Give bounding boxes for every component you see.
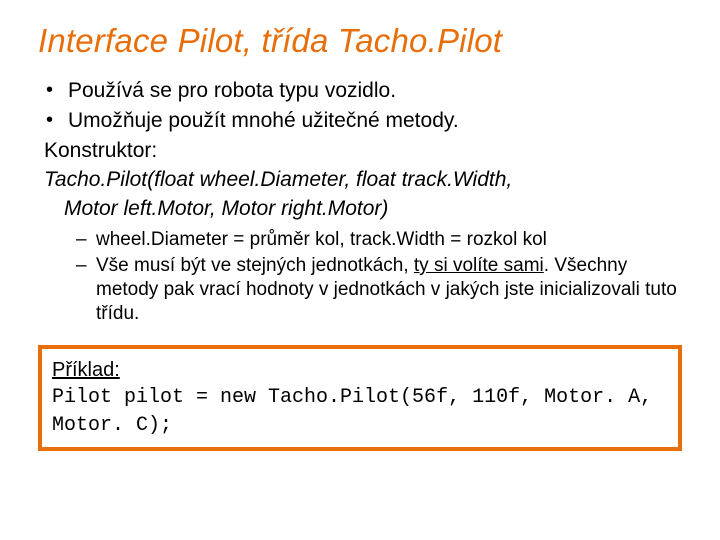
- constructor-signature-line: Tacho.Pilot(float wheel.Diameter, float …: [44, 167, 682, 194]
- sub-bullet-underlined: ty si volíte sami: [414, 255, 544, 276]
- bullet-list: Používá se pro robota typu vozidlo. Umož…: [44, 78, 682, 135]
- constructor-label: Konstruktor:: [44, 138, 682, 165]
- sub-bullet-item: wheel.Diameter = průměr kol, track.Width…: [76, 228, 682, 252]
- example-box: Příklad: Pilot pilot = new Tacho.Pilot(5…: [38, 345, 682, 451]
- slide: Interface Pilot, třída Tacho.Pilot Použí…: [0, 0, 720, 540]
- example-label: Příklad:: [52, 359, 120, 381]
- bullet-item: Používá se pro robota typu vozidlo.: [44, 78, 682, 105]
- bullet-item: Umožňuje použít mnohé užitečné metody.: [44, 108, 682, 135]
- example-code: Pilot pilot = new Tacho.Pilot(56f, 110f,…: [52, 386, 664, 437]
- constructor-signature-line: Motor left.Motor, Motor right.Motor): [64, 196, 682, 223]
- sub-bullet-item: Vše musí být ve stejných jednotkách, ty …: [76, 254, 682, 325]
- sub-bullet-list: wheel.Diameter = průměr kol, track.Width…: [76, 228, 682, 325]
- sub-bullet-text: Vše musí být ve stejných jednotkách,: [96, 255, 414, 276]
- slide-title: Interface Pilot, třída Tacho.Pilot: [38, 22, 682, 60]
